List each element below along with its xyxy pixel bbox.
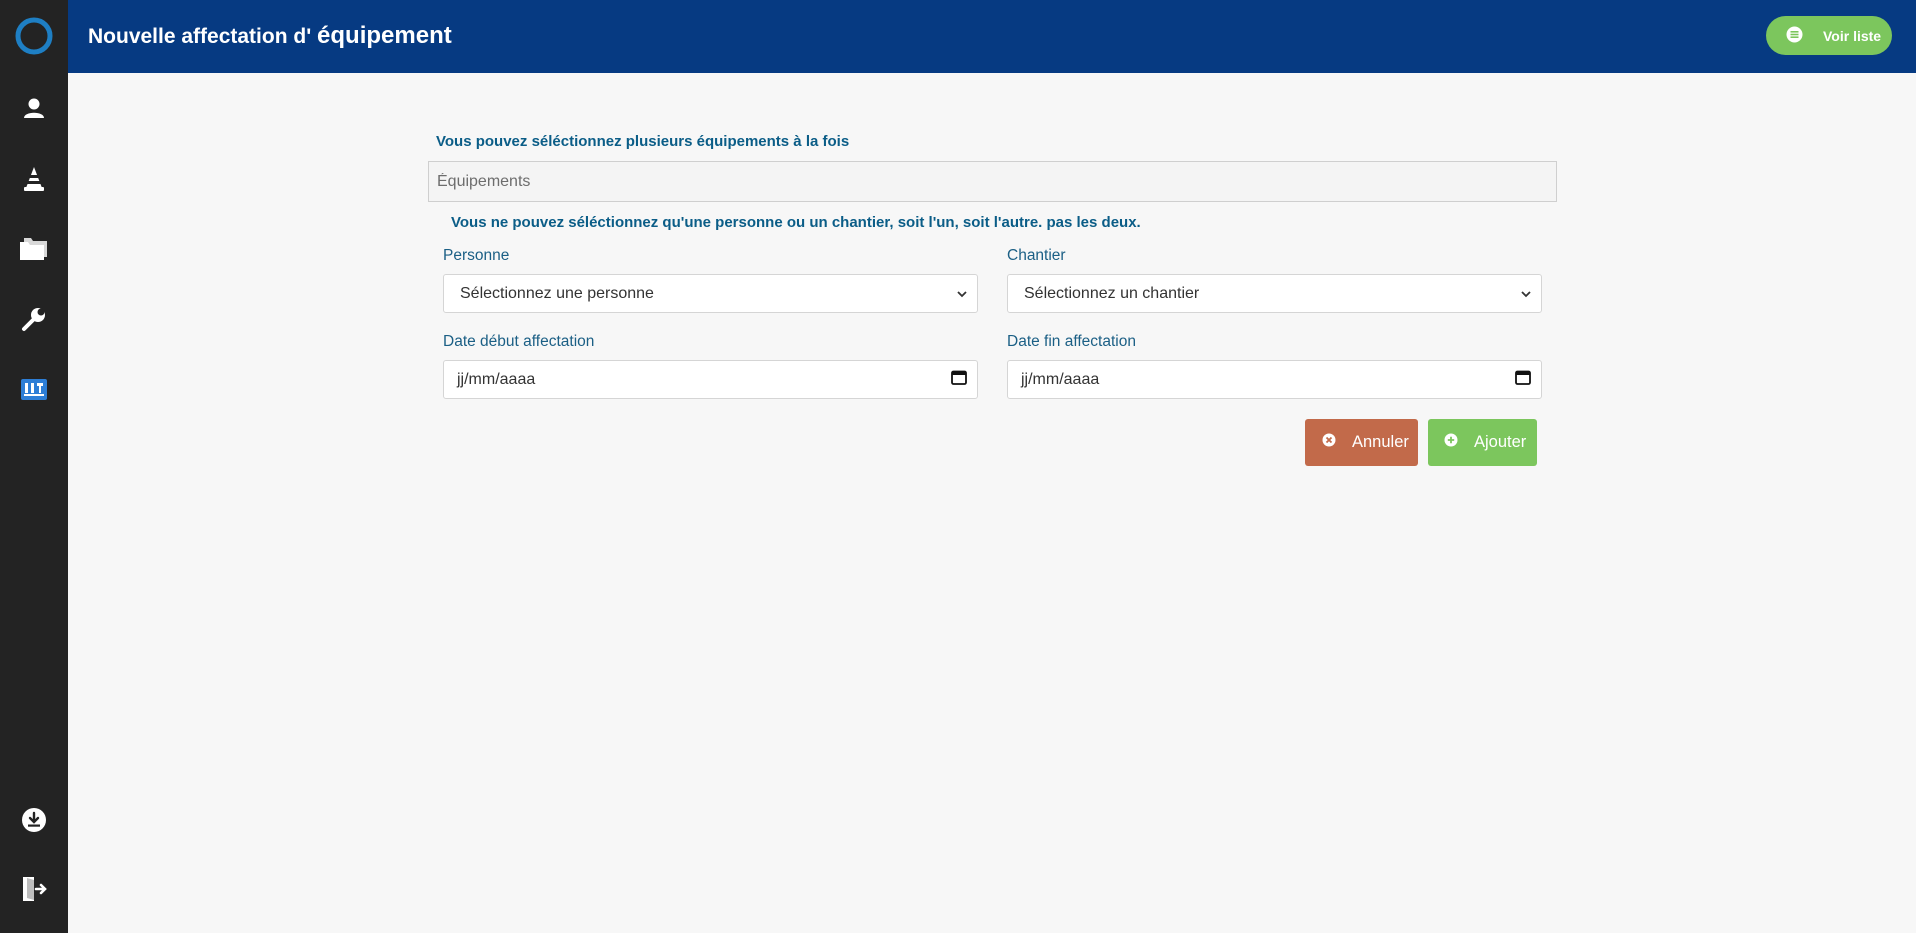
person-select[interactable]: Sélectionnez une personne <box>443 274 978 313</box>
site-label: Chantier <box>1007 247 1066 264</box>
site-select-value: Sélectionnez un chantier <box>1024 284 1200 302</box>
end-date-value: jj/mm/aaaa <box>1021 370 1100 388</box>
view-list-button[interactable]: Voir liste <box>1766 16 1892 55</box>
end-date-label: Date fin affectation <box>1007 333 1136 350</box>
multi-select-info: Vous pouvez séléctionnez plusieurs équip… <box>436 133 850 150</box>
add-button[interactable]: Ajouter <box>1428 419 1537 466</box>
cancel-label: Annuler <box>1352 433 1409 451</box>
chevron-down-icon <box>1521 287 1531 301</box>
download-icon[interactable] <box>14 800 54 840</box>
end-date-input[interactable]: jj/mm/aaaa <box>1007 360 1542 399</box>
wrench-icon[interactable] <box>14 299 54 339</box>
exclusive-selection-info: Vous ne pouvez séléctionnez qu'une perso… <box>451 214 1141 231</box>
site-select[interactable]: Sélectionnez un chantier <box>1007 274 1542 313</box>
cancel-button[interactable]: Annuler <box>1305 419 1418 466</box>
equipment-input[interactable] <box>428 161 1557 202</box>
chevron-down-icon <box>957 287 967 301</box>
person-select-value: Sélectionnez une personne <box>460 284 654 302</box>
view-list-label: Voir liste <box>1823 27 1882 44</box>
start-date-label: Date début affectation <box>443 333 595 350</box>
folder-icon[interactable] <box>14 228 54 268</box>
page-title-prefix: Nouvelle affectation d' <box>88 25 312 48</box>
page-title: Nouvelle affectation d' équipement <box>88 22 452 50</box>
logo-ring-icon[interactable] <box>14 16 54 56</box>
person-label: Personne <box>443 247 510 264</box>
page-title-strong: équipement <box>317 22 452 49</box>
cancel-icon <box>1322 433 1336 452</box>
plus-icon <box>1444 433 1458 452</box>
calendar-icon[interactable] <box>951 369 967 390</box>
start-date-input[interactable]: jj/mm/aaaa <box>443 360 978 399</box>
cone-icon[interactable] <box>14 159 54 199</box>
equipment-icon[interactable] <box>14 369 54 409</box>
add-label: Ajouter <box>1474 433 1527 451</box>
top-header: Nouvelle affectation d' équipement Voir … <box>68 0 1916 73</box>
calendar-icon[interactable] <box>1515 369 1531 390</box>
start-date-value: jj/mm/aaaa <box>457 370 536 388</box>
logout-icon[interactable] <box>14 869 54 909</box>
user-icon[interactable] <box>14 88 54 128</box>
list-icon <box>1786 26 1803 46</box>
sidebar <box>0 0 68 933</box>
